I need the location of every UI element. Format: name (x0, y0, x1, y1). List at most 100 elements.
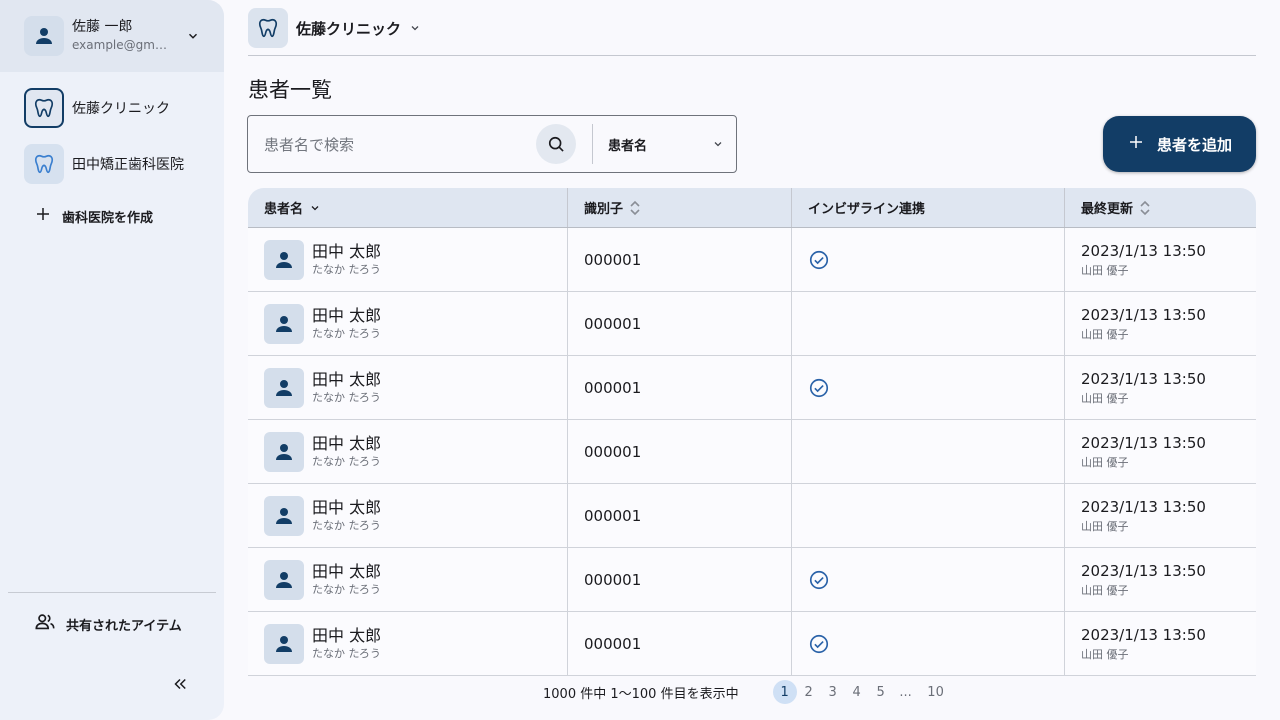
cell-updated: 2023/1/13 13:50 山田 優子 (1064, 356, 1256, 419)
patient-identifier: 000001 (584, 570, 642, 589)
patient-identifier: 000001 (584, 506, 642, 525)
table-row[interactable]: 田中 太郎 たなか たろう 000001 2023/1/13 13:50 山田 優子 (248, 548, 1256, 612)
shared-items-label: 共有されたアイテム (66, 618, 182, 634)
account-switcher[interactable]: 佐藤 一郎 example@gma... (0, 0, 224, 72)
table-body: 田中 太郎 たなか たろう 000001 2023/1/13 13:50 山田 優子 田中… (248, 228, 1256, 676)
create-clinic-button[interactable]: 歯科医院を作成 (34, 204, 224, 228)
search-divider (592, 124, 593, 164)
patient-name: 田中 太郎 (312, 561, 382, 581)
table-header: 患者名 識別子 インビザライン連携 最終更新 (248, 188, 1256, 228)
patient-name: 田中 太郎 (312, 241, 382, 261)
page-button[interactable]: 3 (821, 680, 845, 704)
account-name: 佐藤 一郎 (72, 19, 133, 35)
updated-datetime: 2023/1/13 13:50 (1081, 369, 1206, 388)
cell-invisalign (791, 484, 1064, 547)
cell-updated: 2023/1/13 13:50 山田 優子 (1064, 612, 1256, 675)
double-chevron-left-icon[interactable] (168, 672, 192, 696)
page-button[interactable]: 5 (869, 680, 893, 704)
table-row[interactable]: 田中 太郎 たなか たろう 000001 2023/1/13 13:50 山田 優子 (248, 420, 1256, 484)
cell-updated: 2023/1/13 13:50 山田 優子 (1064, 292, 1256, 355)
page-button[interactable]: 10 (919, 680, 953, 704)
sidebar-item-label: 田中矯正歯科医院 (72, 157, 184, 173)
cell-invisalign (791, 292, 1064, 355)
chevron-down-icon[interactable] (186, 28, 200, 47)
patient-kana: たなか たろう (312, 518, 381, 532)
patient-name: 田中 太郎 (312, 369, 382, 389)
cell-updated: 2023/1/13 13:50 山田 優子 (1064, 548, 1256, 611)
person-icon (264, 303, 304, 344)
updated-datetime: 2023/1/13 13:50 (1081, 497, 1206, 516)
patient-kana: たなか たろう (312, 646, 381, 660)
updated-datetime: 2023/1/13 13:50 (1081, 305, 1206, 324)
create-clinic-label: 歯科医院を作成 (62, 210, 154, 226)
table-row[interactable]: 田中 太郎 たなか たろう 000001 2023/1/13 13:50 山田 優子 (248, 356, 1256, 420)
person-icon (264, 239, 304, 280)
cell-patient: 田中 太郎 たなか たろう (248, 612, 567, 675)
table-row[interactable]: 田中 太郎 たなか たろう 000001 2023/1/13 13:50 山田 優子 (248, 484, 1256, 548)
clinic-selector[interactable]: 佐藤クリニック (248, 8, 421, 48)
column-header-id[interactable]: 識別子 (567, 188, 791, 227)
person-icon (24, 16, 64, 56)
search-field-select[interactable]: 患者名 (608, 116, 724, 172)
patient-identifier: 000001 (584, 314, 642, 333)
updated-by: 山田 優子 (1081, 583, 1129, 597)
column-header-updated[interactable]: 最終更新 (1064, 188, 1256, 227)
cell-patient: 田中 太郎 たなか たろう (248, 420, 567, 483)
page-button[interactable]: 2 (797, 680, 821, 704)
sort-icon (1139, 200, 1151, 216)
header-divider (248, 55, 1256, 56)
cell-updated: 2023/1/13 13:50 山田 優子 (1064, 484, 1256, 547)
cell-patient: 田中 太郎 たなか たろう (248, 228, 567, 291)
add-patient-label: 患者を追加 (1156, 135, 1232, 154)
patient-identifier: 000001 (584, 442, 642, 461)
plus-icon (1127, 133, 1145, 155)
patient-kana: たなか たろう (312, 582, 381, 596)
patient-kana: たなか たろう (312, 390, 381, 404)
search-input[interactable]: 患者名で検索 (264, 134, 534, 155)
person-icon (264, 623, 304, 664)
cell-invisalign (791, 612, 1064, 675)
cell-patient: 田中 太郎 たなか たろう (248, 484, 567, 547)
plus-icon (34, 205, 52, 227)
person-icon (264, 367, 304, 408)
search-field-label: 患者名 (608, 138, 648, 154)
sidebar-item-clinic[interactable]: 田中矯正歯科医院 (24, 144, 224, 184)
cell-identifier: 000001 (567, 228, 791, 291)
patient-kana: たなか たろう (312, 326, 381, 340)
sidebar-item-label: 佐藤クリニック (72, 101, 170, 117)
cell-invisalign (791, 356, 1064, 419)
page-button[interactable]: 1 (772, 680, 797, 704)
pagination: 1000 件中 1～100 件目を表示中 1 2 3 4 5... 10 (543, 680, 953, 704)
cell-identifier: 000001 (567, 356, 791, 419)
column-header-name[interactable]: 患者名 (248, 188, 567, 227)
updated-by: 山田 優子 (1081, 263, 1129, 277)
shared-items-button[interactable]: 共有されたアイテム (34, 612, 182, 636)
chevron-down-icon (309, 202, 321, 214)
patient-name: 田中 太郎 (312, 497, 382, 517)
patient-kana: たなか たろう (312, 262, 381, 276)
check-circle-icon (808, 569, 830, 591)
column-label: 最終更新 (1081, 202, 1134, 217)
tooth-icon (248, 8, 288, 48)
sidebar-item-clinic[interactable]: 佐藤クリニック (24, 88, 224, 128)
chevron-down-icon[interactable] (409, 19, 421, 38)
cell-invisalign (791, 548, 1064, 611)
search-icon[interactable] (536, 124, 576, 164)
cell-patient: 田中 太郎 たなか たろう (248, 356, 567, 419)
table-row[interactable]: 田中 太郎 たなか たろう 000001 2023/1/13 13:50 山田 優子 (248, 292, 1256, 356)
add-patient-button[interactable]: 患者を追加 (1103, 116, 1256, 172)
check-circle-icon (808, 377, 830, 399)
patient-name: 田中 太郎 (312, 433, 382, 453)
cell-invisalign (791, 420, 1064, 483)
table-row[interactable]: 田中 太郎 たなか たろう 000001 2023/1/13 13:50 山田 優子 (248, 612, 1256, 676)
column-label: インビザライン連携 (808, 202, 926, 217)
column-header-invisalign: インビザライン連携 (791, 188, 1064, 227)
cell-identifier: 000001 (567, 612, 791, 675)
sort-icon (629, 200, 641, 216)
cell-identifier: 000001 (567, 292, 791, 355)
person-icon (264, 431, 304, 472)
table-row[interactable]: 田中 太郎 たなか たろう 000001 2023/1/13 13:50 山田 優子 (248, 228, 1256, 292)
patient-table: 患者名 識別子 インビザライン連携 最終更新 田中 太郎 たなか たろう 00000… (248, 188, 1256, 676)
page-button[interactable]: 4 (845, 680, 869, 704)
tooth-icon (24, 144, 64, 184)
